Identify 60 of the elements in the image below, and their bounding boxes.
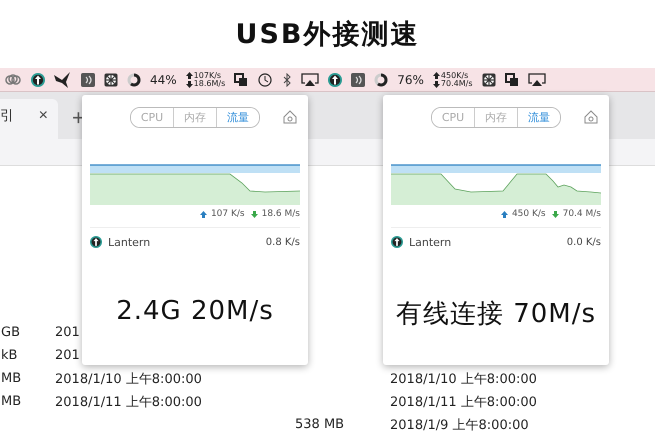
page-title: USB外接测速: [236, 18, 420, 52]
app-name: Lantern: [108, 236, 152, 248]
clock-icon[interactable]: [257, 72, 274, 88]
usage-percent: 44%: [150, 72, 177, 87]
signal-square-icon[interactable]: [351, 72, 366, 87]
file-date: 2018/1/9 上午8:00:00: [390, 416, 530, 434]
upload-speed: 107K/s: [194, 72, 222, 80]
fan-icon[interactable]: [482, 72, 496, 87]
overlap-squares-icon[interactable]: [234, 72, 248, 87]
download-speed: 18.6M/s: [194, 80, 226, 88]
segment-tab[interactable]: 流量: [517, 108, 560, 126]
file-size: 538 MB: [295, 417, 346, 432]
app-name: Lantern: [409, 236, 452, 248]
app-rate: 0.8 K/s: [266, 236, 300, 248]
app-icon: [90, 236, 102, 248]
upload-speed: 450K/s: [440, 72, 468, 80]
browser-tab[interactable]: 引 ×: [0, 99, 58, 140]
file-date: 201: [55, 325, 81, 340]
file-size: MB: [1, 394, 22, 410]
overlap-squares-icon[interactable]: [504, 72, 518, 87]
fan-icon[interactable]: [104, 72, 118, 87]
down-arrow-icon: [250, 210, 258, 218]
up-down-arrows-icon: [432, 72, 440, 88]
upload-rate: 107 K/s: [210, 209, 245, 219]
home-icon[interactable]: [583, 109, 599, 125]
app-icon: [391, 236, 403, 248]
caption-text: 2.4G 20M/s: [115, 296, 275, 326]
usage-ring-icon: [374, 72, 388, 87]
signal-square-icon[interactable]: [81, 72, 95, 87]
up-down-arrows-icon: [186, 72, 193, 88]
usage-percent: 76%: [397, 72, 424, 87]
file-size: kB: [1, 348, 18, 364]
file-date: 2018/1/10 上午8:00:00: [390, 370, 538, 388]
down-arrow-icon: [552, 210, 559, 218]
download-rate: 18.6 M/s: [262, 209, 300, 219]
usage-ring-icon: [127, 72, 141, 87]
app-rate: 0.0 K/s: [566, 236, 601, 248]
file-size: GB: [1, 325, 21, 340]
bluetooth-icon[interactable]: [282, 72, 292, 87]
download-rate: 70.4 M/s: [562, 209, 601, 219]
file-date: 2018/1/10 上午8:00:00: [55, 370, 203, 388]
bird-icon[interactable]: [54, 72, 72, 88]
up-arrow-icon: [500, 210, 508, 218]
close-tab-button[interactable]: ×: [38, 107, 48, 126]
airplay-icon[interactable]: [528, 72, 546, 87]
segment-tab[interactable]: 流量: [216, 108, 260, 126]
cloud-rings-icon[interactable]: [4, 72, 22, 87]
upload-rate: 450 K/s: [512, 209, 546, 219]
download-speed: 70.4M/s: [440, 80, 472, 88]
tab-title: 引: [0, 107, 14, 126]
home-icon[interactable]: [282, 109, 298, 125]
up-arrow-icon: [200, 210, 207, 218]
airplay-icon[interactable]: [301, 72, 320, 87]
lantern-icon: [31, 72, 45, 87]
caption-text: 有线连接 70M/s: [394, 298, 598, 331]
file-size: MB: [1, 371, 22, 386]
lantern-icon: [328, 72, 342, 87]
file-date: 2018/1/11 上午8:00:00: [55, 394, 203, 411]
file-date: 201: [55, 348, 81, 364]
file-date: 2018/1/11 上午8:00:00: [390, 394, 538, 411]
